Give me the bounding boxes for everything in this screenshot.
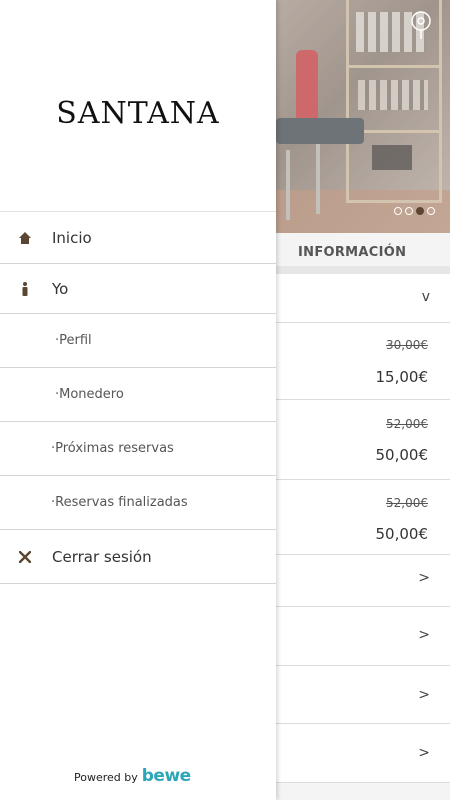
person-icon xyxy=(17,281,33,297)
chevron-right-icon: > xyxy=(418,745,430,761)
menu-item-perfil[interactable]: ·Perfil xyxy=(0,314,276,368)
new-price: 50,00€ xyxy=(375,446,429,464)
submenu-label: ·Reservas finalizadas xyxy=(51,495,188,510)
menu-item-label: Yo xyxy=(52,279,69,298)
list-row[interactable]: > xyxy=(276,555,450,607)
list-row[interactable]: > xyxy=(276,666,450,724)
menu-item-reservas-finalizadas[interactable]: ·Reservas finalizadas xyxy=(0,476,276,530)
bewe-logo: bewe xyxy=(141,766,191,786)
brand-logo[interactable]: SANTANA xyxy=(0,96,276,131)
carousel-dot[interactable] xyxy=(405,207,413,215)
service-row[interactable]: 52,00€ 50,00€ xyxy=(276,480,450,555)
menu-item-label: Cerrar sesión xyxy=(52,547,152,566)
new-price: 15,00€ xyxy=(375,368,429,386)
service-row[interactable]: 52,00€ 50,00€ xyxy=(276,400,450,480)
list-row[interactable]: > xyxy=(276,724,450,783)
menu-item-yo[interactable]: Yo xyxy=(0,264,276,314)
menu-item-proximas-reservas[interactable]: ·Próximas reservas xyxy=(0,422,276,476)
chevron-right-icon: > xyxy=(418,687,430,703)
chevron-right-icon: > xyxy=(418,627,430,643)
section-title: INFORMACIÓN xyxy=(298,245,407,260)
carousel-dot-active[interactable] xyxy=(416,207,424,215)
menu-item-cerrar-sesion[interactable]: Cerrar sesión xyxy=(0,530,276,584)
powered-by-label: Powered by xyxy=(74,771,138,784)
section-divider xyxy=(276,266,450,274)
menu-item-inicio[interactable]: Inicio xyxy=(0,211,276,264)
old-price: 52,00€ xyxy=(386,496,428,510)
close-icon xyxy=(17,549,33,565)
home-icon xyxy=(17,230,33,246)
powered-by[interactable]: Powered by bewe xyxy=(74,766,191,786)
list-row[interactable]: > xyxy=(276,607,450,666)
new-price: 50,00€ xyxy=(375,525,429,543)
carousel-dot[interactable] xyxy=(427,207,435,215)
map-pin-icon[interactable] xyxy=(409,10,433,40)
navigation-drawer: SANTANA Inicio Yo ·Perfil ·Monedero ·Pró… xyxy=(0,0,276,800)
menu-item-monedero[interactable]: ·Monedero xyxy=(0,368,276,422)
chevron-down-icon: v xyxy=(421,289,430,305)
old-price: 30,00€ xyxy=(386,338,428,352)
service-row[interactable]: 30,00€ 15,00€ xyxy=(276,323,450,400)
submenu-label: ·Monedero xyxy=(55,387,124,402)
old-price: 52,00€ xyxy=(386,417,428,431)
submenu-label: ·Próximas reservas xyxy=(51,441,174,456)
submenu-label: ·Perfil xyxy=(55,333,92,348)
info-expand-row[interactable]: v xyxy=(276,274,450,323)
carousel-dot[interactable] xyxy=(394,207,402,215)
carousel-dots xyxy=(394,207,435,215)
menu-item-label: Inicio xyxy=(52,228,92,247)
chevron-right-icon: > xyxy=(418,570,430,586)
